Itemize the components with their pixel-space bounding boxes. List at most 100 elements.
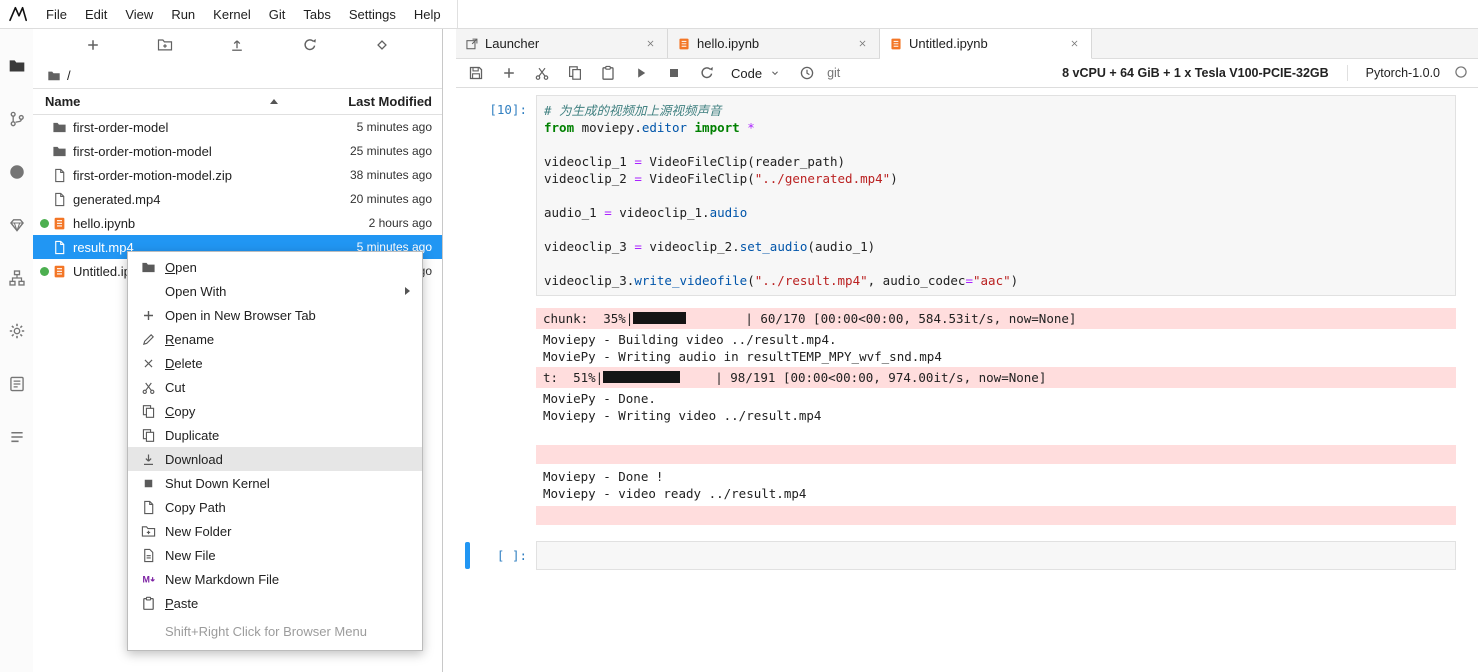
- interrupt-kernel-button[interactable]: [664, 63, 684, 83]
- file-row-generated-mp4[interactable]: generated.mp420 minutes ago: [33, 187, 442, 211]
- sidebar-tab-file-browser[interactable]: [0, 39, 33, 92]
- context-menu-label: Copy Path: [165, 500, 226, 515]
- left-activity-bar: [0, 29, 33, 672]
- sidebar-tab-table-of-contents[interactable]: [0, 410, 33, 463]
- empty-code-editor[interactable]: [536, 541, 1456, 570]
- submenu-arrow-icon: [405, 287, 410, 295]
- cell-outputs: chunk: 35%|| 60/170 [00:00<00:00, 584.53…: [536, 308, 1456, 525]
- context-menu-item-cut[interactable]: Cut: [128, 375, 422, 399]
- menubar: FileEditViewRunKernelGitTabsSettingsHelp: [0, 0, 1478, 29]
- sidebar-tab-notebook-tools[interactable]: [0, 251, 33, 304]
- plus-icon: [141, 308, 156, 323]
- context-menu-item-new-folder[interactable]: New Folder: [128, 519, 422, 543]
- kernel-status-indicator[interactable]: [1454, 65, 1468, 82]
- file-icon: [52, 168, 67, 183]
- paste-icon: [141, 596, 156, 611]
- tab-launcher[interactable]: Launcher: [456, 29, 668, 58]
- kernel-name[interactable]: Pytorch-1.0.0: [1366, 66, 1440, 80]
- menu-edit[interactable]: Edit: [76, 0, 116, 29]
- save-button[interactable]: [466, 63, 486, 83]
- notebook-toolbar: Code git 8 vCPU + 64 GiB + 1 x Tesla V10…: [456, 59, 1478, 88]
- sidebar-tab-settings[interactable]: [0, 304, 33, 357]
- sidebar-tab-running-sessions[interactable]: [0, 145, 33, 198]
- main-dock-area: Launcherhello.ipynbUntitled.ipynb Code g…: [456, 29, 1478, 672]
- code-line: videoclip_3.write_videofile("../result.m…: [544, 272, 1448, 289]
- stop-icon: [141, 476, 156, 491]
- code-line: from moviepy.editor import *: [544, 119, 1448, 136]
- output-line: Moviepy - video ready ../result.mp4: [536, 485, 1456, 502]
- breadcrumb[interactable]: /: [33, 63, 442, 88]
- git-clone-button[interactable]: [370, 33, 394, 60]
- sidebar-tab-git[interactable]: [0, 92, 33, 145]
- tab-close-button[interactable]: [855, 36, 870, 51]
- file-row-first-order-model[interactable]: first-order-model5 minutes ago: [33, 115, 442, 139]
- context-menu-label: Copy: [165, 404, 195, 419]
- context-menu-item-new-file[interactable]: New File: [128, 543, 422, 567]
- close-icon: [645, 38, 656, 49]
- folder-icon: [47, 69, 61, 83]
- column-header-modified[interactable]: Last Modified: [292, 94, 442, 109]
- markdown-icon: M: [141, 572, 156, 587]
- launcher-icon: [465, 37, 479, 51]
- context-menu-item-rename[interactable]: Rename: [128, 327, 422, 351]
- tab-untitled-ipynb[interactable]: Untitled.ipynb: [880, 29, 1092, 59]
- copy-cells-button[interactable]: [565, 63, 585, 83]
- context-menu-item-shut-down-kernel[interactable]: Shut Down Kernel: [128, 471, 422, 495]
- history-button[interactable]: [797, 63, 817, 83]
- menu-file[interactable]: File: [37, 0, 76, 29]
- restart-kernel-button[interactable]: [697, 63, 717, 83]
- menu-run[interactable]: Run: [162, 0, 204, 29]
- menu-git[interactable]: Git: [260, 0, 295, 29]
- run-cell-button[interactable]: [631, 63, 651, 83]
- context-menu-item-open-in-new-browser-tab[interactable]: Open in New Browser Tab: [128, 303, 422, 327]
- panel-splitter[interactable]: [443, 29, 456, 672]
- menu-view[interactable]: View: [116, 0, 162, 29]
- sidebar-tab-extension-manager[interactable]: [0, 357, 33, 410]
- file-row-hello-ipynb[interactable]: hello.ipynb2 hours ago: [33, 211, 442, 235]
- cell-type-select[interactable]: Code: [731, 66, 781, 81]
- tab-bar: Launcherhello.ipynbUntitled.ipynb: [456, 29, 1478, 59]
- context-menu-item-new-markdown-file[interactable]: MNew Markdown File: [128, 567, 422, 591]
- refresh-file-list-button[interactable]: [298, 33, 322, 60]
- refresh-icon: [302, 37, 318, 53]
- sidebar-tab-commands[interactable]: [0, 198, 33, 251]
- new-launcher-button[interactable]: [81, 33, 105, 60]
- context-menu-item-copy-path[interactable]: Copy Path: [128, 495, 422, 519]
- file-row-first-order-motion-model[interactable]: first-order-motion-model25 minutes ago: [33, 139, 442, 163]
- plus-icon: [501, 65, 517, 81]
- cut-cells-button[interactable]: [532, 63, 552, 83]
- breadcrumb-root[interactable]: /: [67, 68, 71, 83]
- notebook-icon: [677, 37, 691, 51]
- file-row-first-order-motion-model-zip[interactable]: first-order-motion-model.zip38 minutes a…: [33, 163, 442, 187]
- code-editor[interactable]: # 为生成的视频加上源视频声音from moviepy.editor impor…: [536, 95, 1456, 296]
- menu-help[interactable]: Help: [405, 0, 450, 29]
- sort-ascending-icon: [270, 99, 278, 104]
- context-menu-label: Delete: [165, 356, 203, 371]
- context-menu-item-paste[interactable]: Paste: [128, 591, 422, 615]
- file-icon: [141, 500, 156, 515]
- new-folder-button[interactable]: [153, 33, 177, 60]
- paste-cells-button[interactable]: [598, 63, 618, 83]
- insert-cell-below-button[interactable]: [499, 63, 519, 83]
- upload-icon: [229, 37, 245, 53]
- context-menu-item-download[interactable]: Download: [128, 447, 422, 471]
- tab-hello-ipynb[interactable]: hello.ipynb: [668, 29, 880, 58]
- column-header-name[interactable]: Name: [33, 94, 292, 109]
- upload-files-button[interactable]: [225, 33, 249, 60]
- context-menu-label: Rename: [165, 332, 214, 347]
- tab-close-button[interactable]: [643, 36, 658, 51]
- folder-plus-icon: [157, 37, 173, 53]
- file-modified: 38 minutes ago: [292, 168, 442, 182]
- menu-kernel[interactable]: Kernel: [204, 0, 260, 29]
- context-menu-item-open-with[interactable]: Open With: [128, 279, 422, 303]
- context-menu-item-open[interactable]: Open: [128, 255, 422, 279]
- menu-tabs[interactable]: Tabs: [294, 0, 339, 29]
- tab-close-button[interactable]: [1067, 36, 1082, 51]
- close-icon: [141, 356, 156, 371]
- context-menu-item-delete[interactable]: Delete: [128, 351, 422, 375]
- context-menu-item-duplicate[interactable]: Duplicate: [128, 423, 422, 447]
- context-menu-item-copy[interactable]: Copy: [128, 399, 422, 423]
- menu-settings[interactable]: Settings: [340, 0, 405, 29]
- run-icon: [633, 65, 649, 81]
- file-icon: [52, 240, 67, 255]
